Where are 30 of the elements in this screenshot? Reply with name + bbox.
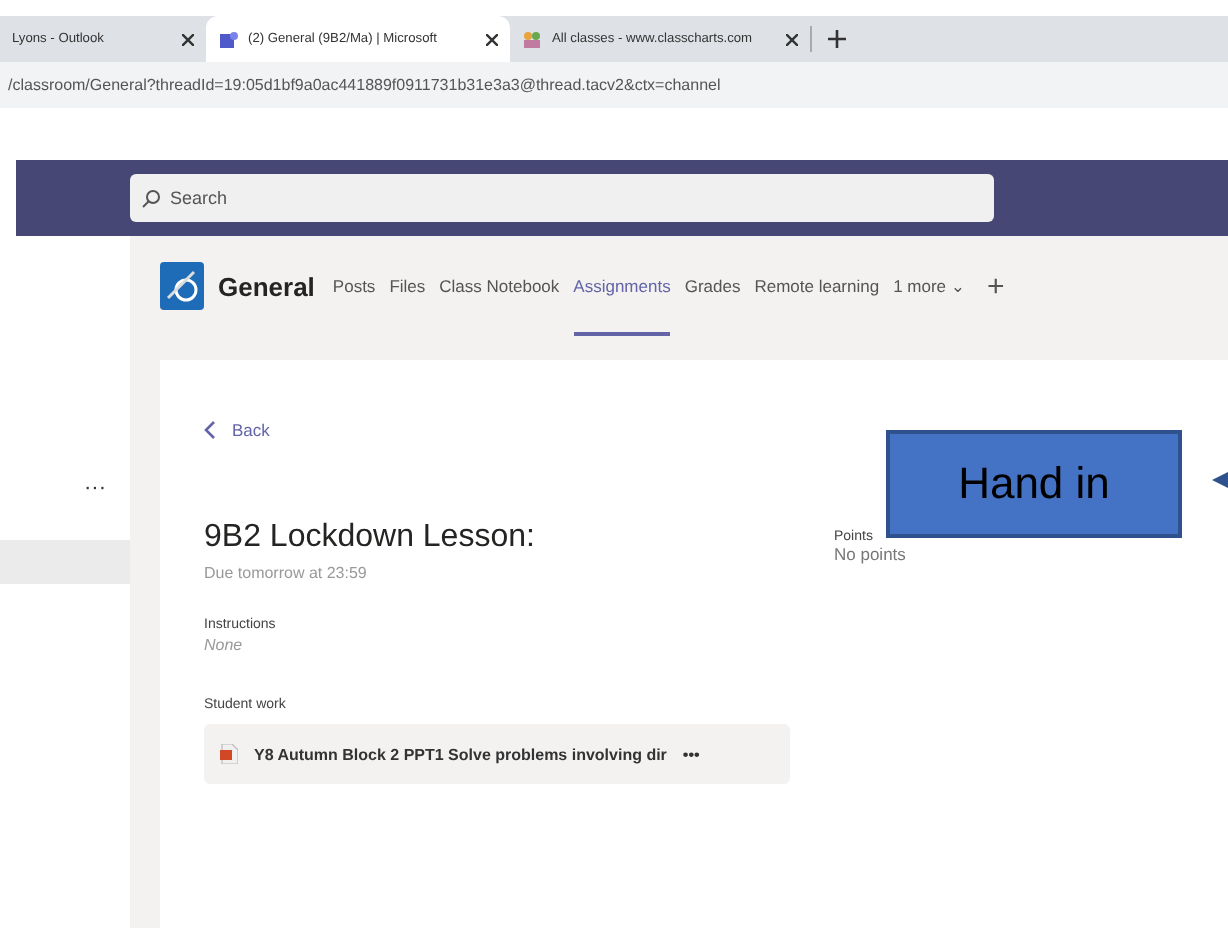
callout-box: Hand in bbox=[886, 430, 1182, 538]
teams-icon bbox=[218, 29, 238, 49]
channel-tab[interactable]: Posts bbox=[332, 236, 376, 336]
more-icon[interactable]: ••• bbox=[682, 745, 700, 763]
more-tabs-link[interactable]: 1 more ⌄ bbox=[893, 275, 966, 297]
add-tab-button[interactable]: + bbox=[987, 269, 1005, 303]
close-icon[interactable] bbox=[486, 33, 498, 45]
close-icon[interactable] bbox=[182, 33, 194, 45]
team-logo-icon bbox=[160, 262, 204, 310]
new-tab-icon[interactable] bbox=[810, 26, 846, 52]
channel-tab[interactable]: Assignments bbox=[573, 236, 671, 336]
due-date: Due tomorrow at 23:59 bbox=[204, 564, 369, 582]
file-attachment[interactable]: Y8 Autumn Block 2 PPT1 Solve problems involving dir ••• bbox=[204, 724, 790, 784]
search-icon bbox=[142, 189, 160, 207]
channel-name: General bbox=[218, 271, 315, 301]
document-icon bbox=[220, 744, 238, 764]
channel-tab[interactable]: Remote learning bbox=[754, 236, 880, 336]
points-value: No points bbox=[834, 544, 906, 564]
channel-tab[interactable]: Grades bbox=[684, 236, 741, 336]
arrow-icon bbox=[1212, 472, 1228, 488]
more-options[interactable]: ··· bbox=[0, 476, 130, 540]
channel-tab[interactable]: Class Notebook bbox=[439, 236, 560, 336]
chevron-left-icon[interactable] bbox=[204, 420, 216, 440]
search-field[interactable]: Search bbox=[130, 174, 994, 222]
close-icon[interactable] bbox=[786, 33, 798, 45]
address-bar[interactable]: /classroom/General?threadId=19:05d1bf9a0ac441889f0911731b31e3a3@thread.tacv2&ctx=channel bbox=[0, 62, 1228, 108]
people-icon bbox=[522, 29, 542, 49]
instructions-text: None bbox=[204, 636, 245, 654]
assignment-title: 9B2 Lockdown Lesson: bbox=[204, 520, 537, 556]
channel-tab[interactable]: Files bbox=[389, 236, 426, 336]
